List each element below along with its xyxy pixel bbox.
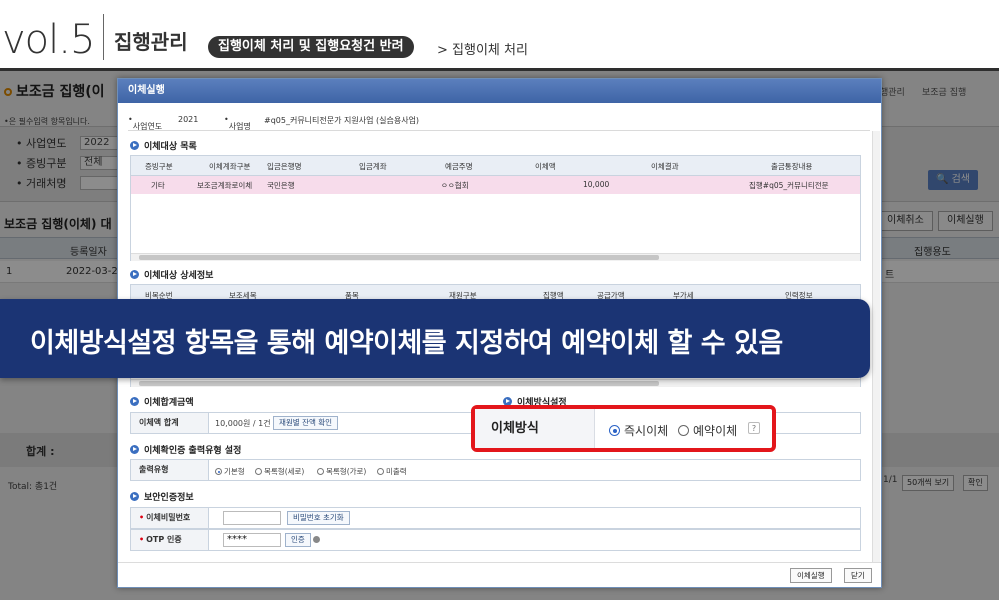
header-divider [103,14,104,60]
tutorial-header: vol.5 집행관리 집행이체 처리 및 집행요청건 반려 > 집행이체 처리 [0,0,999,68]
table-header: 증빙구분 이체계좌구분 입금은행명 입금계좌 예금주명 이체액 이체결과 출금통… [131,156,860,176]
status-dot-icon [313,536,320,543]
reset-password-button[interactable]: 비밀번호 초기화 [287,511,350,525]
caption-banner: 이체방식설정 항목을 통해 예약이체를 지정하여 예약이체 할 수 있음 [0,299,870,378]
table-row[interactable]: 기타 보조금계좌로이체 국민은행 ㅇㅇ협회 10,000 집행#q05_커뮤니티… [131,176,860,194]
section-title: 집행관리 [114,30,188,54]
topic-pill: 집행이체 처리 및 집행요청건 반려 [208,36,414,58]
column-header: 입금은행명 [267,162,302,171]
radio-selected-icon [215,468,222,475]
modal-title: 이체실행 [118,79,881,103]
column-header: 출금통장내용 [771,162,813,171]
cell: 10,000 [583,180,610,189]
modal-footer: 이체실행 닫기 [118,562,881,587]
column-header: 이체결과 [651,162,679,171]
column-header: 입금계좌 [359,162,387,171]
cell: 기타 [151,181,165,190]
scheduled-transfer-radio[interactable]: 예약이체 [678,422,737,439]
password-input[interactable] [223,511,281,525]
section-arrow-icon [130,397,139,406]
column-header: 이체계좌구분 [209,162,251,171]
cell: 보조금계좌로이체 [197,181,253,190]
modal-scrollbar[interactable] [872,131,880,581]
otp-label: • OTP 인증 [131,530,209,550]
print-option-horizontal[interactable]: 목록형(가로) [317,466,366,477]
section-arrow-icon [130,445,139,454]
transfer-method-label: 이체방식 [475,409,595,448]
print-type-label: 출력유형 [131,460,209,480]
balance-check-button[interactable]: 재원별 잔액 확인 [273,416,339,430]
radio-icon [377,468,384,475]
print-option-none[interactable]: 미출력 [377,466,407,477]
column-header: 증빙구분 [145,162,173,171]
year-label: • 사업연도 [128,115,163,131]
section-transfer-detail: 이체대상 상세정보 [130,268,213,281]
password-label: • 이체비밀번호 [131,508,209,528]
breadcrumb: > 집행이체 처리 [437,43,528,58]
section-arrow-icon [130,141,139,150]
radio-icon [678,425,689,436]
scroll-thumb[interactable] [139,255,659,260]
immediate-transfer-radio[interactable]: 즉시이체 [609,422,668,439]
scroll-thumb[interactable] [139,381,659,386]
print-type-row: 출력유형 기본형 목록형(세로) 목록형(가로) 미출력 [130,459,861,481]
sum-label: 이체액 합계 [131,413,209,433]
otp-input[interactable]: **** [223,533,281,547]
horizontal-scrollbar[interactable] [131,253,860,261]
business-info: • 사업연도 2021 • 사업명 #q05_커뮤니티전문가 지원사업 (실습용… [128,109,870,131]
print-option-basic[interactable]: 기본형 [215,466,245,477]
cell: 국민은행 [267,181,295,190]
biz-label: • 사업명 [224,115,251,131]
radio-icon [255,468,262,475]
radio-icon [317,468,324,475]
otp-row: • OTP 인증 **** 인증 [130,529,861,551]
otp-verify-button[interactable]: 인증 [285,533,311,547]
section-print-type: 이체확인증 출력유형 설정 [130,443,241,456]
column-header: 이체액 [535,162,556,171]
section-transfer-list: 이체대상 목록 [130,139,197,152]
section-sum: 이체합계금액 [130,395,194,408]
section-arrow-icon [130,492,139,501]
section-arrow-icon [130,270,139,279]
sum-value: 10,000원 / 1건 [215,419,271,428]
column-header: 예금주명 [445,162,473,171]
year-value: 2021 [178,115,199,124]
section-security: 보안인증정보 [130,490,194,503]
help-icon[interactable]: ? [748,422,760,434]
transfer-list-table: 증빙구분 이체계좌구분 입금은행명 입금계좌 예금주명 이체액 이체결과 출금통… [130,155,861,261]
password-row: • 이체비밀번호 비밀번호 초기화 [130,507,861,529]
print-option-vertical[interactable]: 목록형(세로) [255,466,304,477]
horizontal-scrollbar[interactable] [131,379,860,387]
cell: ㅇㅇ협회 [441,181,469,190]
volume-label: vol.5 [2,17,95,63]
caption-text: 이체방식설정 항목을 통해 예약이체를 지정하여 예약이체 할 수 있음 [30,328,783,359]
stage: vol.5 집행관리 집행이체 처리 및 집행요청건 반려 > 집행이체 처리 … [0,0,999,600]
cell: 집행#q05_커뮤니티전문 [749,181,829,190]
execute-button[interactable]: 이체실행 [790,568,832,583]
close-button[interactable]: 닫기 [844,568,872,583]
biz-value: #q05_커뮤니티전문가 지원사업 (실습용사업) [264,116,420,125]
transfer-method-highlight: 이체방식 즉시이체 예약이체 ? [471,405,776,452]
radio-selected-icon [609,425,620,436]
